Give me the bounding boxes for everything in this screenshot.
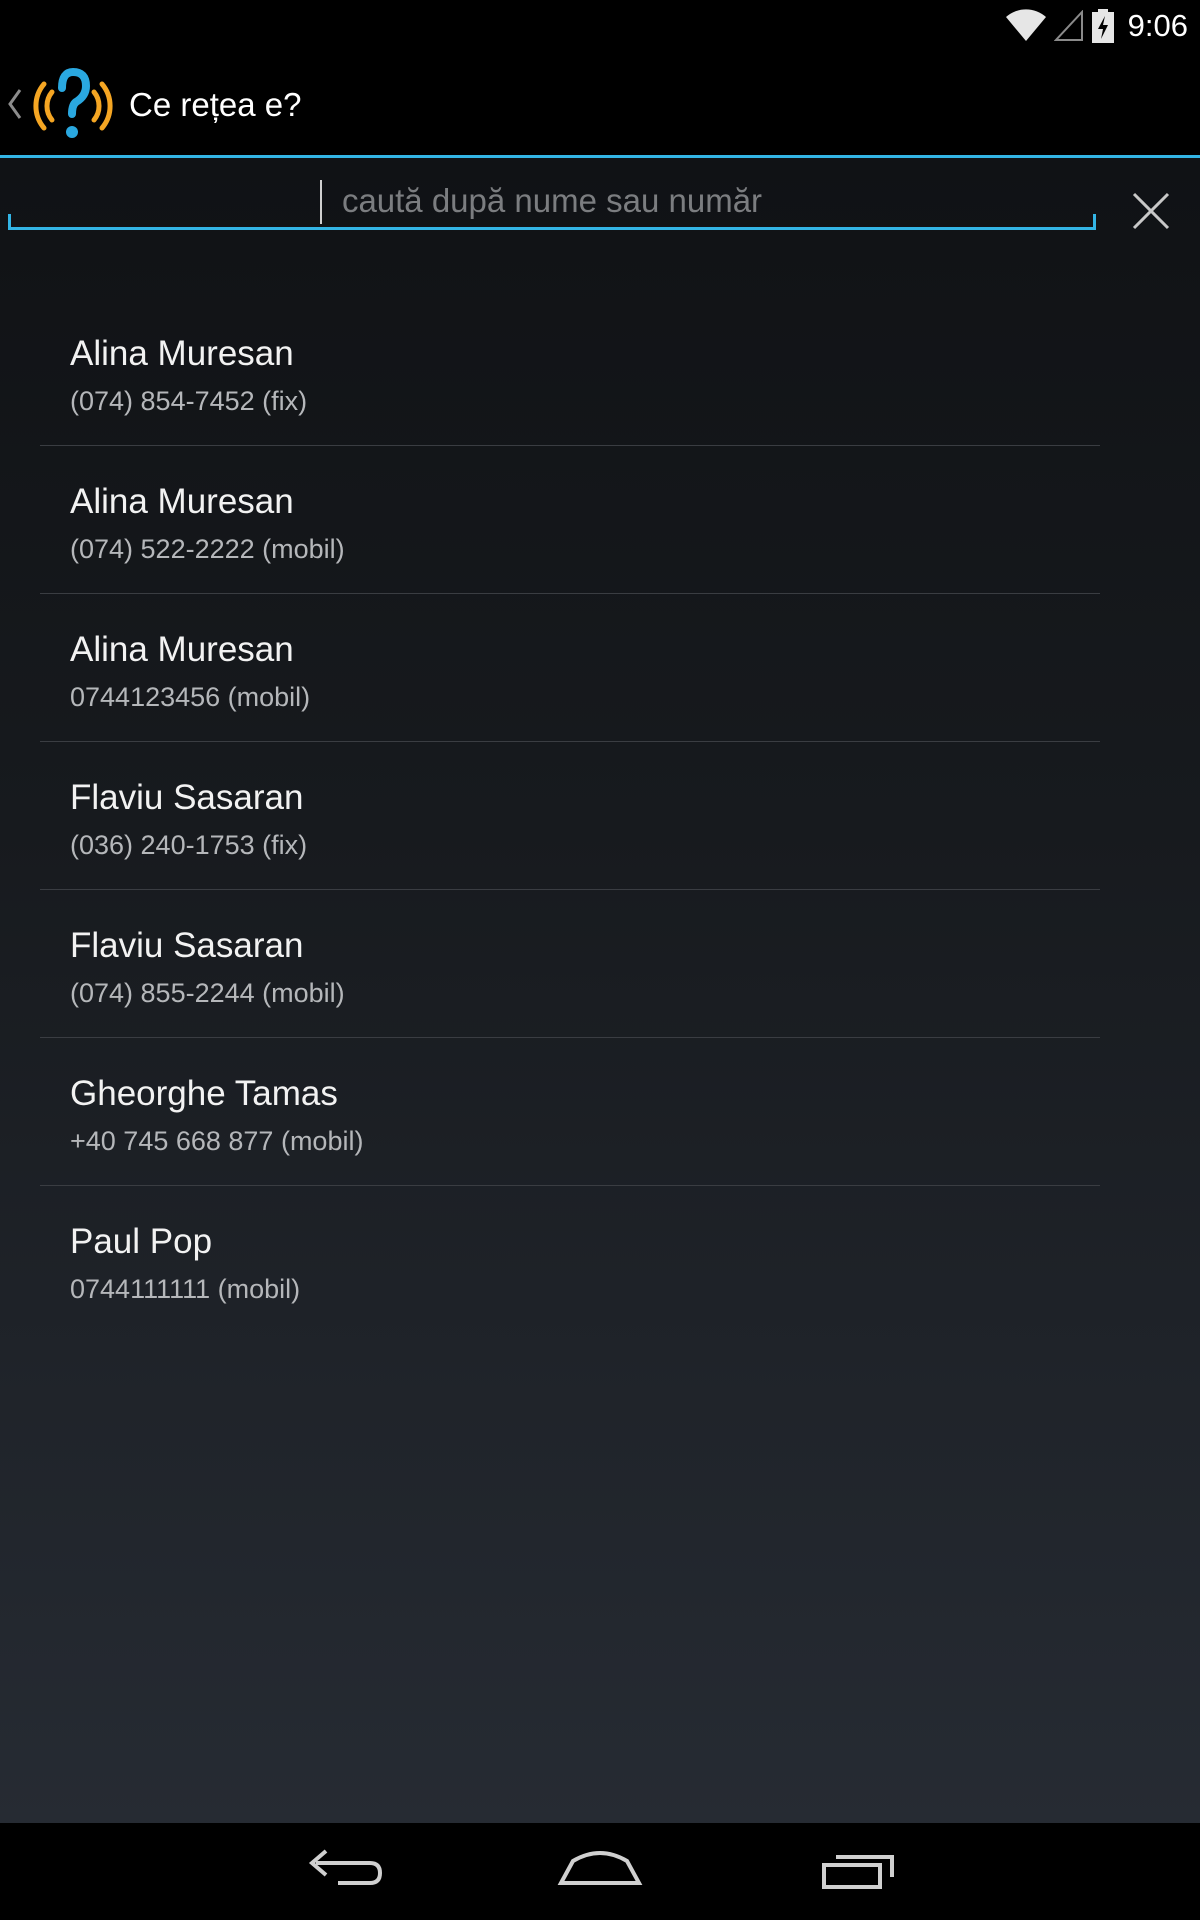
contact-list-item[interactable]: Alina Muresan (074) 854-7452 (fix) xyxy=(40,298,1100,446)
contact-list: Alina Muresan (074) 854-7452 (fix) Alina… xyxy=(40,298,1100,1334)
contact-list-item[interactable]: Alina Muresan 0744123456 (mobil) xyxy=(40,594,1100,742)
main-content: Alina Muresan (074) 854-7452 (fix) Alina… xyxy=(0,158,1200,1823)
contact-name: Gheorghe Tamas xyxy=(70,1074,338,1113)
contact-number: (036) 240-1753 (fix) xyxy=(70,830,308,860)
contact-list-item[interactable]: Gheorghe Tamas +40 745 668 877 (mobil) xyxy=(40,1038,1100,1186)
contact-number: +40 745 668 877 (mobil) xyxy=(70,1126,364,1156)
action-bar: Ce rețea e? xyxy=(0,50,1200,158)
contact-name: Flaviu Sasaran xyxy=(70,926,304,965)
search-underline xyxy=(8,214,1096,230)
back-button[interactable] xyxy=(298,1839,388,1903)
contact-name: Alina Muresan xyxy=(70,334,294,373)
contact-list-item[interactable]: Alina Muresan (074) 522-2222 (mobil) xyxy=(40,446,1100,594)
contact-number: (074) 854-7452 (fix) xyxy=(70,386,308,416)
navigation-bar xyxy=(0,1823,1200,1920)
contact-list-item[interactable]: Flaviu Sasaran (074) 855-2244 (mobil) xyxy=(40,890,1100,1038)
app-logo-icon[interactable] xyxy=(30,66,116,146)
contact-list-item[interactable]: Flaviu Sasaran (036) 240-1753 (fix) xyxy=(40,742,1100,890)
status-bar: 9:06 xyxy=(0,0,1200,50)
app-title: Ce rețea e? xyxy=(129,86,302,123)
contact-number: (074) 855-2244 (mobil) xyxy=(70,978,345,1008)
status-time: 9:06 xyxy=(1127,8,1188,43)
clear-search-button[interactable] xyxy=(1126,186,1176,236)
recent-apps-button[interactable] xyxy=(812,1839,902,1903)
wifi-icon xyxy=(1005,9,1046,41)
contact-name: Paul Pop xyxy=(70,1222,213,1261)
home-button[interactable] xyxy=(555,1839,645,1903)
contact-name: Alina Muresan xyxy=(70,630,294,669)
status-icons: 9:06 xyxy=(1005,6,1188,46)
contact-name: Alina Muresan xyxy=(70,482,294,521)
contact-list-item[interactable]: Paul Pop 0744111111 (mobil) xyxy=(40,1186,1100,1334)
contact-name: Flaviu Sasaran xyxy=(70,778,304,817)
contact-number: 0744123456 (mobil) xyxy=(70,682,311,712)
battery-charging-icon xyxy=(1091,9,1114,43)
cell-signal-icon xyxy=(1053,10,1083,41)
contact-number: (074) 522-2222 (mobil) xyxy=(70,534,345,564)
contact-number: 0744111111 (mobil) xyxy=(70,1274,301,1304)
up-navigation-icon[interactable] xyxy=(6,84,24,124)
search-box xyxy=(8,174,1096,230)
